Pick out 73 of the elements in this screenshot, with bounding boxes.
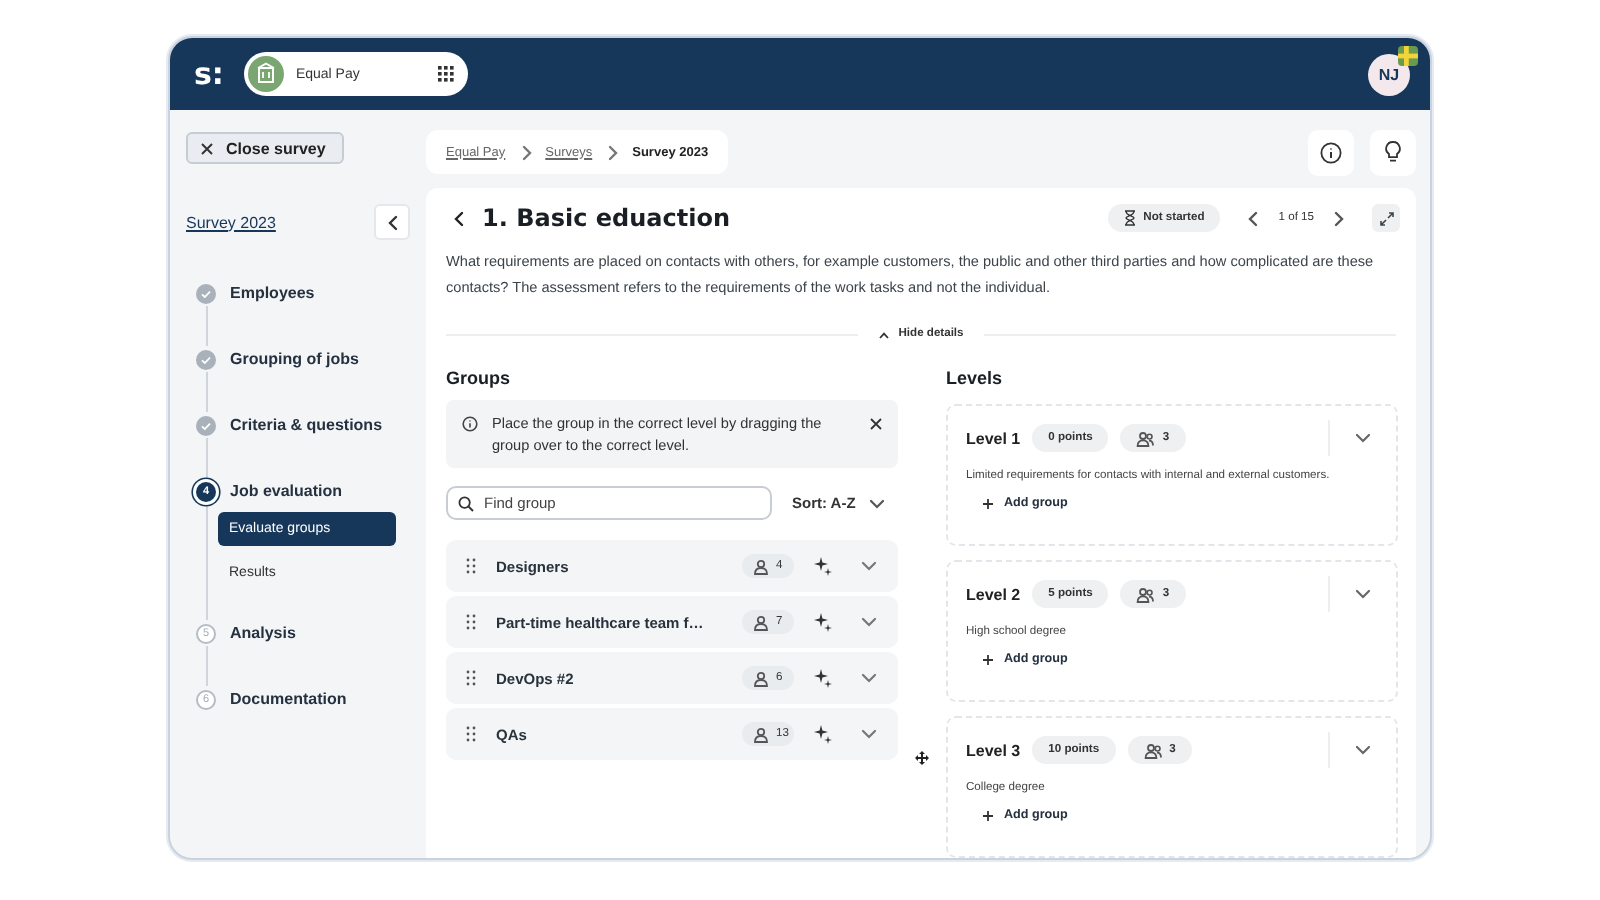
check-icon [196, 415, 216, 435]
hourglass-icon [1123, 210, 1136, 226]
dismiss-button[interactable] [870, 418, 882, 430]
grid-icon [437, 66, 454, 82]
check-icon [196, 349, 216, 369]
previous-button[interactable] [1244, 206, 1263, 230]
step-label[interactable]: Criteria & questions [230, 416, 383, 434]
info-icon [462, 416, 478, 432]
logo: s: [194, 56, 224, 92]
expand-button[interactable] [860, 614, 878, 630]
sparkle-icon [814, 668, 832, 688]
drag-handle-icon [466, 558, 476, 574]
step-label[interactable]: Grouping of jobs [230, 350, 359, 368]
cross-badge-icon [1398, 45, 1418, 65]
people-icon [1136, 585, 1155, 603]
chevron-right-icon [1332, 209, 1346, 227]
chevron-down-icon [860, 726, 878, 742]
section-heading: Levels [946, 368, 1005, 388]
people-icon [1136, 429, 1155, 447]
chevron-left-icon [1246, 209, 1261, 227]
chevron-left-icon [451, 209, 465, 227]
person-icon [752, 557, 770, 575]
survey-link[interactable]: Survey 2023 [186, 213, 276, 231]
info-icon [1320, 141, 1342, 163]
expand-icon [1379, 211, 1393, 225]
person-icon [752, 725, 770, 743]
step-label[interactable]: Job evaluation [230, 482, 343, 500]
people-icon [1143, 741, 1162, 759]
person-icon [752, 669, 770, 687]
chevron-down-icon [1354, 430, 1372, 446]
expand-button[interactable] [860, 670, 878, 686]
sparkle-icon [814, 556, 832, 576]
lightbulb-icon [1384, 140, 1402, 164]
step-label[interactable]: Analysis [230, 624, 296, 642]
step-label[interactable]: Employees [230, 284, 315, 302]
section-heading: Groups [446, 368, 513, 388]
level-title: Level 3 [966, 741, 1021, 759]
level-title: Level 1 [966, 429, 1021, 447]
chevron-down-icon [867, 495, 886, 511]
drag-handle-icon [466, 614, 476, 630]
chevron-down-icon [860, 670, 878, 686]
tips-button[interactable] [1370, 129, 1416, 175]
next-button[interactable] [1330, 206, 1348, 230]
drag-handle-icon [466, 670, 476, 686]
chevron-down-icon [860, 614, 878, 630]
chevron-right-icon [606, 143, 619, 161]
person-icon [752, 613, 770, 631]
collapse-button[interactable] [374, 204, 410, 240]
expand-button[interactable] [860, 558, 878, 574]
sparkle-icon [814, 612, 832, 632]
close-icon [200, 141, 214, 155]
sparkle-icon [814, 724, 832, 744]
check-icon [196, 283, 216, 303]
info-button[interactable] [1308, 129, 1354, 175]
chevron-down-icon [1354, 742, 1372, 758]
chevron-down-icon [860, 558, 878, 574]
expand-button[interactable] [860, 726, 878, 742]
plus-icon [982, 809, 994, 821]
step-label[interactable]: Documentation [230, 690, 347, 708]
plus-icon [982, 497, 994, 509]
building-icon [247, 56, 284, 92]
question-title: 1. Basic eduaction [482, 204, 730, 232]
chevron-right-icon [519, 143, 532, 161]
drag-handle-icon [466, 726, 476, 742]
expand-button[interactable] [1372, 204, 1400, 232]
close-icon [870, 418, 882, 430]
level-title: Level 2 [966, 585, 1021, 603]
chevron-left-icon [385, 213, 399, 231]
chevron-up-icon [878, 329, 891, 339]
chevron-down-icon [1354, 586, 1372, 602]
move-cursor-icon [914, 750, 930, 766]
plus-icon [982, 653, 994, 665]
close-survey-button[interactable]: Close survey [186, 132, 344, 164]
